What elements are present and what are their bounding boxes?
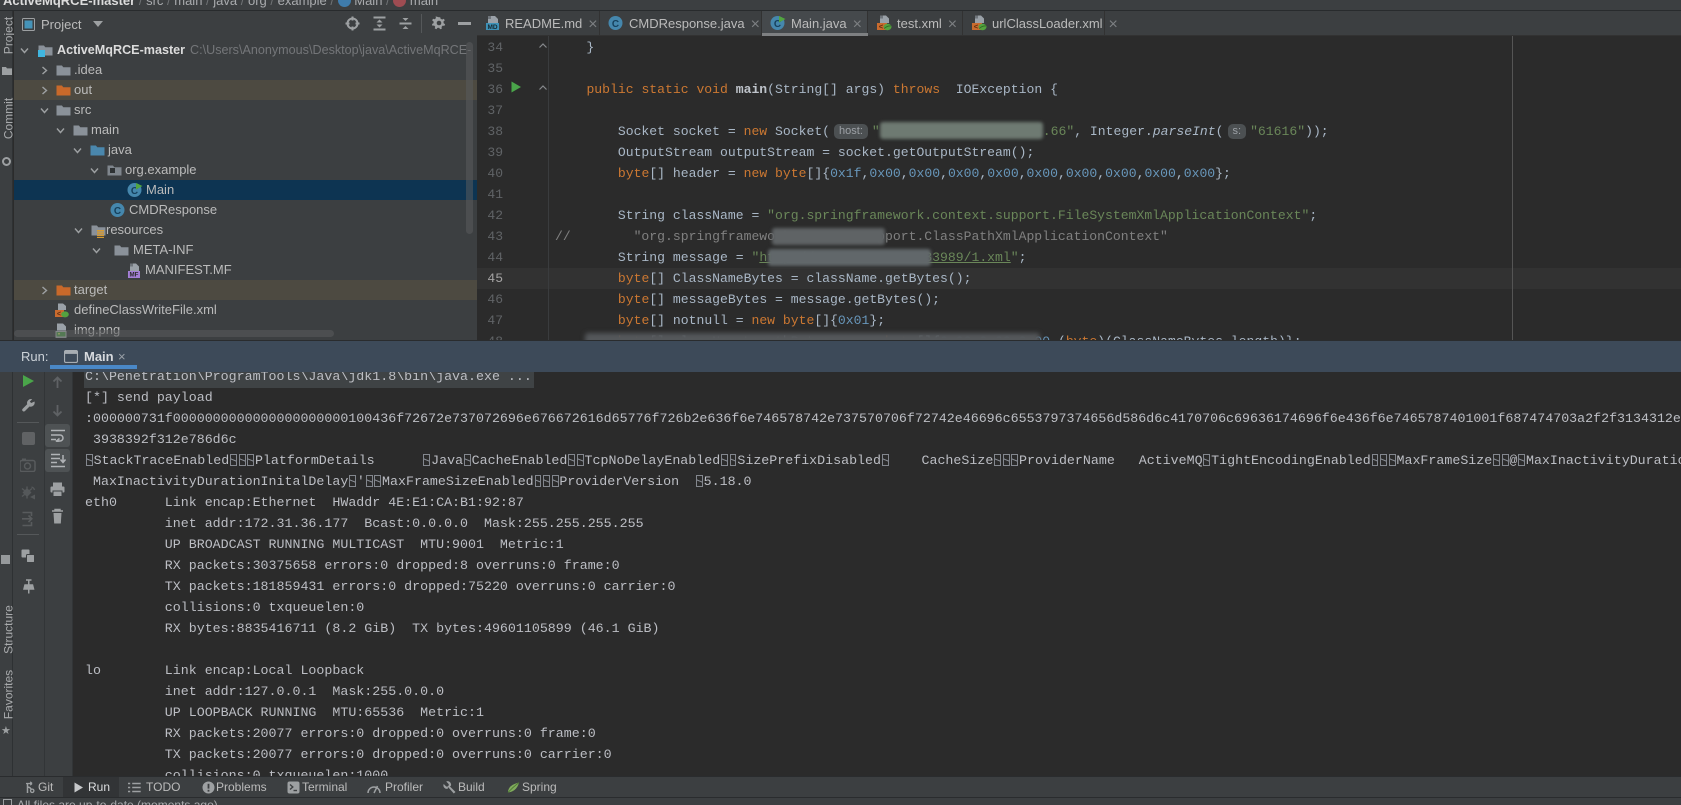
svg-text:<: < <box>879 24 884 31</box>
svg-text:<: < <box>57 311 61 318</box>
svg-text:C: C <box>114 206 121 217</box>
svg-text:C: C <box>612 19 619 30</box>
svg-text:MD: MD <box>487 24 497 31</box>
svg-text:MF: MF <box>130 272 139 278</box>
svg-text:<: < <box>974 24 979 31</box>
